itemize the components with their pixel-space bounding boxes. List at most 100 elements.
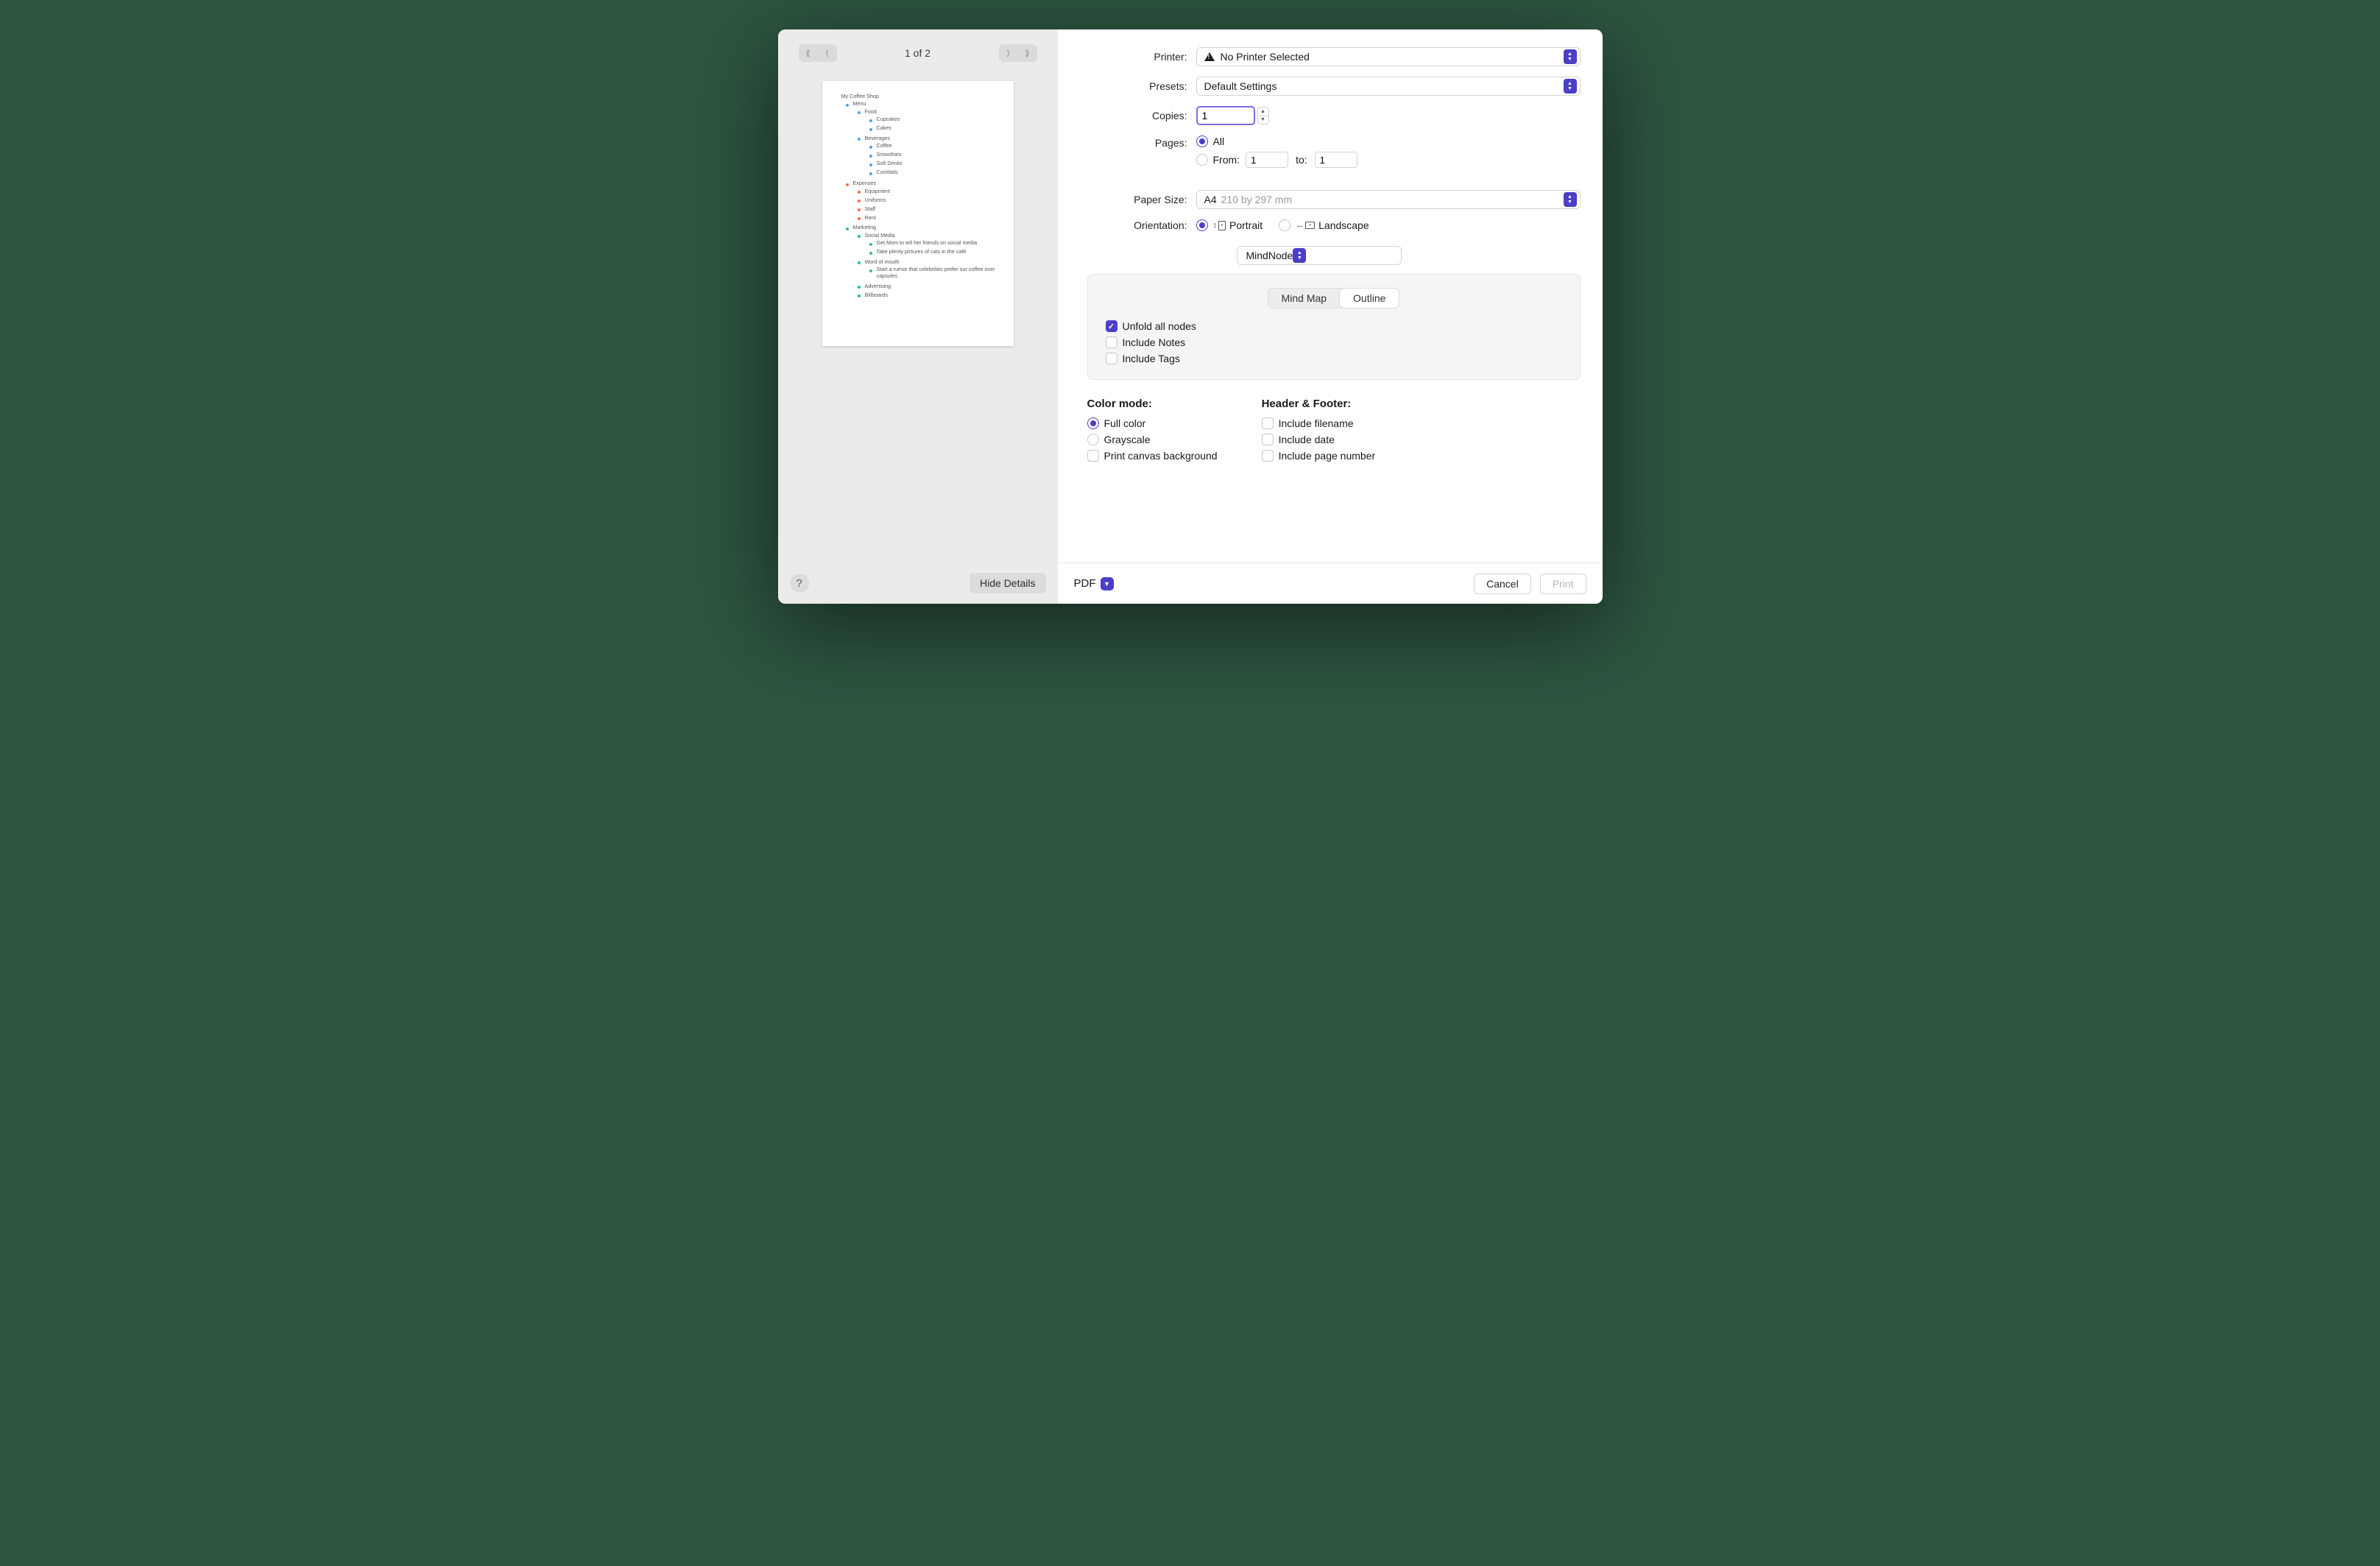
print-dialog: ⟪ ⟨ 1 of 2 ⟩ ⟫ My Coffee ShopMenuFoodCup…: [778, 29, 1603, 604]
outline-node: MarketingSocial MediaGet Mom to tell her…: [849, 223, 1003, 300]
include-page-number-label: Include page number: [1279, 450, 1376, 462]
outline-node: Advertising: [861, 281, 1003, 290]
orientation-landscape-label: Landscape: [1318, 219, 1369, 231]
outline-node: BeveragesCoffeeSmoothiesSoft DrinksCockt…: [861, 133, 1003, 177]
pages-range-radio[interactable]: [1196, 154, 1208, 166]
outline-node: MenuFoodCupcakesCakesBeveragesCoffeeSmoo…: [849, 99, 1003, 179]
outline-node: Take plenty pictures of cats in the café: [872, 247, 1003, 256]
pages-to-label: to:: [1296, 154, 1307, 166]
printer-value: No Printer Selected: [1221, 51, 1310, 63]
printer-select[interactable]: No Printer Selected ▲▼: [1196, 47, 1581, 66]
paper-size-value: A4: [1204, 194, 1217, 205]
color-mode-group: Color mode: Full color Grayscale Print c…: [1087, 398, 1218, 466]
go-first-page-button[interactable]: ⟪: [799, 44, 818, 62]
include-date-checkbox[interactable]: [1262, 434, 1274, 445]
dialog-footer: ? Hide Details PDF ▼ Cancel Print: [778, 562, 1603, 604]
segment-outline[interactable]: Outline: [1340, 289, 1399, 308]
chevron-up-icon: ▲: [1258, 107, 1268, 116]
include-page-number-checkbox[interactable]: [1262, 450, 1274, 462]
include-tags-label: Include Tags: [1123, 353, 1180, 364]
hide-details-button[interactable]: Hide Details: [970, 573, 1045, 593]
outline-node: Smoothies: [872, 150, 1003, 159]
chevron-down-icon: ▼: [1101, 577, 1114, 590]
chevron-down-icon: ▼: [1258, 116, 1268, 124]
outline-node: Start a rumor that celebrities prefer ou…: [872, 265, 1003, 281]
copies-label: Copies:: [1058, 110, 1196, 121]
unfold-checkbox[interactable]: ✓: [1106, 320, 1117, 332]
color-mode-heading: Color mode:: [1087, 398, 1218, 410]
preview-nav-fwd-group: ⟩ ⟫: [999, 44, 1037, 62]
app-print-options: Mind Map Outline ✓ Unfold all nodes Incl…: [1087, 274, 1581, 380]
chevron-up-down-icon: ▲▼: [1293, 248, 1306, 263]
presets-value: Default Settings: [1204, 80, 1277, 92]
print-bg-checkbox[interactable]: [1087, 450, 1099, 462]
view-mode-segmented: Mind Map Outline: [1268, 288, 1400, 308]
go-next-page-button[interactable]: ⟩: [999, 44, 1018, 62]
outline-node: Rent: [861, 213, 1003, 222]
include-notes-checkbox[interactable]: [1106, 336, 1117, 348]
header-footer-heading: Header & Footer:: [1262, 398, 1376, 410]
preview-nav-back-group: ⟪ ⟨: [799, 44, 837, 62]
print-options-pane: Printer: No Printer Selected ▲▼ Presets:…: [1058, 29, 1603, 562]
pages-from-input[interactable]: [1246, 152, 1288, 168]
outline-node: Staff: [861, 204, 1003, 213]
pdf-menu-button[interactable]: PDF ▼: [1074, 577, 1114, 590]
orientation-portrait-label: Portrait: [1229, 219, 1263, 231]
print-bg-label: Print canvas background: [1104, 450, 1218, 462]
pages-all-label: All: [1213, 135, 1225, 147]
orientation-label: Orientation:: [1058, 219, 1196, 231]
app-section-select[interactable]: MindNode ▲▼: [1237, 246, 1402, 265]
chevron-up-down-icon: ▲▼: [1564, 192, 1577, 207]
help-button[interactable]: ?: [790, 574, 809, 593]
go-prev-page-button[interactable]: ⟨: [818, 44, 837, 62]
print-preview-pane: ⟪ ⟨ 1 of 2 ⟩ ⟫ My Coffee ShopMenuFoodCup…: [778, 29, 1058, 562]
orientation-landscape-radio[interactable]: [1279, 219, 1290, 231]
copies-stepper[interactable]: ▲ ▼: [1257, 107, 1269, 124]
cancel-button[interactable]: Cancel: [1474, 574, 1531, 594]
outline-node: Coffee: [872, 141, 1003, 150]
outline-node: Get Mom to tell her friends on social me…: [872, 239, 1003, 247]
outline-node: Equipment: [861, 186, 1003, 195]
outline-node: ExpensesEquipmentUniformsStaffRent: [849, 179, 1003, 223]
outline-node: Cocktails: [872, 168, 1003, 177]
header-footer-group: Header & Footer: Include filename Includ…: [1262, 398, 1376, 466]
unfold-label: Unfold all nodes: [1123, 320, 1196, 332]
outline-node: FoodCupcakesCakes: [861, 107, 1003, 133]
grayscale-label: Grayscale: [1104, 434, 1151, 445]
segment-mindmap[interactable]: Mind Map: [1268, 289, 1340, 308]
paper-size-label: Paper Size:: [1058, 194, 1196, 205]
chevron-up-down-icon: ▲▼: [1564, 49, 1577, 64]
outline-node: Billboards: [861, 290, 1003, 299]
grayscale-radio[interactable]: [1087, 434, 1099, 445]
app-section-value: MindNode: [1246, 250, 1293, 261]
include-filename-checkbox[interactable]: [1262, 417, 1274, 429]
orientation-portrait-radio[interactable]: [1196, 219, 1208, 231]
printer-label: Printer:: [1058, 51, 1196, 63]
outline-root: My Coffee ShopMenuFoodCupcakesCakesBever…: [837, 91, 1003, 301]
outline-node: Soft Drinks: [872, 159, 1003, 168]
preview-page-thumbnail: My Coffee ShopMenuFoodCupcakesCakesBever…: [822, 81, 1014, 346]
copies-input[interactable]: [1196, 106, 1255, 125]
outline-node: Word of mouthStart a rumor that celebrit…: [861, 257, 1003, 281]
outline-node: Cakes: [872, 124, 1003, 133]
include-date-label: Include date: [1279, 434, 1335, 445]
outline-node: Uniforms: [861, 195, 1003, 204]
include-notes-label: Include Notes: [1123, 336, 1186, 348]
portrait-icon: ↕•: [1213, 221, 1226, 230]
full-color-radio[interactable]: [1087, 417, 1099, 429]
print-button[interactable]: Print: [1540, 574, 1586, 594]
include-tags-checkbox[interactable]: [1106, 353, 1117, 364]
pdf-label: PDF: [1074, 577, 1096, 590]
paper-size-select[interactable]: A4 210 by 297 mm ▲▼: [1196, 190, 1581, 209]
pages-label: Pages:: [1058, 135, 1196, 149]
page-indicator: 1 of 2: [905, 47, 931, 59]
outline-node: Social MediaGet Mom to tell her friends …: [861, 230, 1003, 257]
presets-select[interactable]: Default Settings ▲▼: [1196, 77, 1581, 96]
go-last-page-button[interactable]: ⟫: [1018, 44, 1037, 62]
chevron-up-down-icon: ▲▼: [1564, 79, 1577, 94]
presets-label: Presets:: [1058, 80, 1196, 92]
pages-all-radio[interactable]: [1196, 135, 1208, 147]
paper-size-sub: 210 by 297 mm: [1221, 194, 1293, 205]
pages-from-label: From:: [1213, 154, 1240, 166]
pages-to-input[interactable]: [1315, 152, 1357, 168]
